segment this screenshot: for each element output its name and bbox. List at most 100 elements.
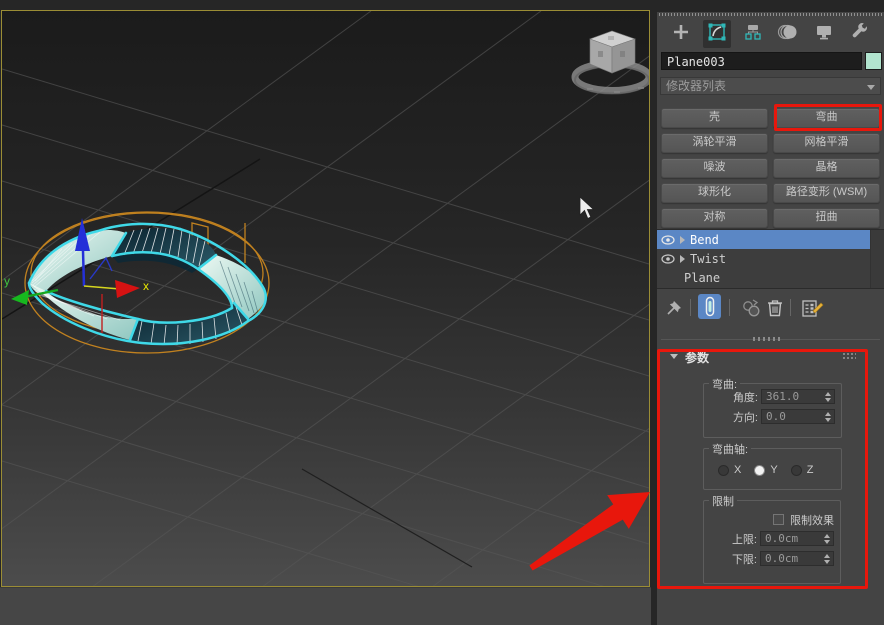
stack-item-label: Plane [684, 270, 721, 285]
display-monitor-icon [814, 22, 834, 47]
modifier-button-noise[interactable]: 噪波 [661, 158, 768, 178]
limit-effect-label: 限制效果 [790, 514, 834, 527]
dropdown-caret-icon [867, 85, 875, 90]
modify-icon [706, 21, 728, 48]
rollout-title: 参数 [685, 351, 710, 365]
expand-arrow-icon[interactable] [680, 235, 685, 244]
modifier-button-symmetry[interactable]: 对称 [661, 208, 768, 228]
stack-row-twist[interactable]: Twist [657, 249, 884, 268]
separator [729, 299, 730, 316]
stack-toolbar [657, 294, 884, 322]
viewcube[interactable] [571, 30, 653, 95]
rollout-scroll-grip[interactable] [842, 352, 856, 360]
command-panel: Plane003 修改器列表 壳 弯曲 涡轮平滑 网格平滑 噪波 晶格 球形化 … [657, 0, 884, 625]
viewport-canvas: x y [0, 10, 884, 625]
status-bar-area [0, 587, 651, 625]
modifier-list-dropdown[interactable]: 修改器列表 [660, 77, 881, 95]
modifier-button-pathdeform[interactable]: 路径变形 (WSM) [773, 183, 880, 203]
3dsmax-window: x y Plane003 修改器列表 壳 弯曲 涡轮平滑 网格平滑 噪波 晶格 … [0, 0, 884, 625]
direction-field[interactable]: 0.0 [761, 409, 835, 424]
modifier-button-bend[interactable]: 弯曲 [773, 108, 880, 128]
radio-z[interactable] [790, 464, 802, 476]
direction-label: 方向: [732, 411, 758, 424]
stack-item-label: Twist [690, 251, 727, 266]
lower-limit-spinner[interactable] [820, 552, 833, 565]
bend-axis-group-label: 弯曲轴: [709, 441, 752, 457]
stack-item-label: Bend [690, 232, 719, 247]
stack-scrollbar-track[interactable] [870, 230, 884, 288]
visibility-eye-icon[interactable] [661, 253, 675, 264]
remove-modifier-trash-icon[interactable] [764, 297, 786, 324]
lower-limit-value: 0.0cm [765, 552, 799, 565]
stack-row-plane[interactable]: Plane [657, 268, 884, 287]
lower-limit-label: 下限: [731, 553, 757, 566]
separator [690, 299, 691, 316]
expand-arrow-icon[interactable] [680, 254, 685, 263]
motion-icon [777, 22, 799, 47]
create-plus-icon [671, 22, 691, 47]
viewport-grid [0, 10, 884, 625]
axis-option-x[interactable]: X [718, 464, 741, 476]
direction-value: 0.0 [766, 410, 786, 423]
object-name-field[interactable]: Plane003 [661, 52, 862, 70]
visibility-eye-icon[interactable] [661, 234, 675, 245]
hierarchy-icon [743, 22, 763, 47]
command-panel-tabs [659, 18, 882, 50]
object-color-swatch[interactable] [865, 52, 882, 70]
rollout-divider-grip[interactable] [753, 337, 783, 341]
modifier-button-twist[interactable]: 扭曲 [773, 208, 880, 228]
mouse-cursor [579, 196, 595, 220]
limits-group: 限制 限制效果 上限: 0.0cm 下限: 0.0cm [703, 493, 841, 584]
angle-value: 361.0 [766, 390, 800, 403]
radio-y[interactable] [754, 464, 766, 476]
world-axis-lines [1, 158, 473, 568]
modifier-stack-list: Bend Twist Plane [657, 229, 884, 289]
radio-x-label: X [734, 464, 742, 476]
modifier-list-label: 修改器列表 [666, 79, 727, 93]
upper-limit-field[interactable]: 0.0cm [760, 531, 834, 546]
axis-y-label: y [4, 274, 10, 288]
tab-utilities[interactable] [846, 20, 874, 48]
limits-group-label: 限制 [709, 493, 737, 509]
direction-spinner[interactable] [821, 410, 834, 423]
stack-row-bend[interactable]: Bend [657, 230, 884, 249]
axis-x-label: x [143, 279, 149, 293]
radio-x[interactable] [718, 464, 729, 476]
upper-limit-value: 0.0cm [765, 532, 799, 545]
modifier-button-meshsmooth[interactable]: 网格平滑 [773, 133, 880, 153]
upper-limit-label: 上限: [731, 533, 757, 546]
panel-drag-grip[interactable] [659, 13, 882, 16]
make-unique-icon[interactable] [741, 297, 763, 324]
bend-group: 弯曲: 角度: 361.0 方向: 0.0 [703, 376, 842, 438]
angle-spinner[interactable] [821, 390, 834, 403]
bend-axis-group: 弯曲轴: X Y Z [703, 441, 842, 490]
perspective-viewport[interactable]: x y [0, 10, 884, 625]
tab-motion[interactable] [774, 20, 802, 48]
tab-modify[interactable] [702, 20, 731, 48]
modifier-button-spherify[interactable]: 球形化 [661, 183, 768, 203]
tab-hierarchy[interactable] [739, 20, 767, 48]
modifier-button-turbosmooth[interactable]: 涡轮平滑 [661, 133, 768, 153]
modifier-button-lattice[interactable]: 晶格 [773, 158, 880, 178]
axis-option-y[interactable]: Y [754, 464, 778, 476]
utilities-wrench-icon [850, 22, 870, 47]
show-end-result-icon [705, 296, 714, 317]
configure-modifier-sets-icon[interactable] [800, 297, 824, 324]
limit-effect-checkbox[interactable] [773, 514, 784, 525]
show-end-result-button[interactable] [698, 294, 721, 319]
separator [790, 299, 791, 316]
modifier-button-shell[interactable]: 壳 [661, 108, 768, 128]
tab-display[interactable] [810, 20, 838, 48]
panel-top-strip [657, 0, 884, 12]
angle-field[interactable]: 361.0 [761, 389, 835, 404]
modifier-button-grid: 壳 弯曲 涡轮平滑 网格平滑 噪波 晶格 球形化 路径变形 (WSM) 对称 扭… [661, 108, 880, 228]
radio-y-label: Y [770, 464, 778, 476]
upper-limit-spinner[interactable] [820, 532, 833, 545]
bend-group-label: 弯曲: [709, 376, 741, 392]
lower-limit-field[interactable]: 0.0cm [760, 551, 834, 566]
tab-create[interactable] [667, 20, 695, 48]
rollout-collapse-icon [670, 354, 678, 359]
radio-z-label: Z [806, 464, 814, 476]
axis-option-z[interactable]: Z [790, 464, 814, 476]
pin-stack-icon[interactable] [665, 297, 685, 322]
